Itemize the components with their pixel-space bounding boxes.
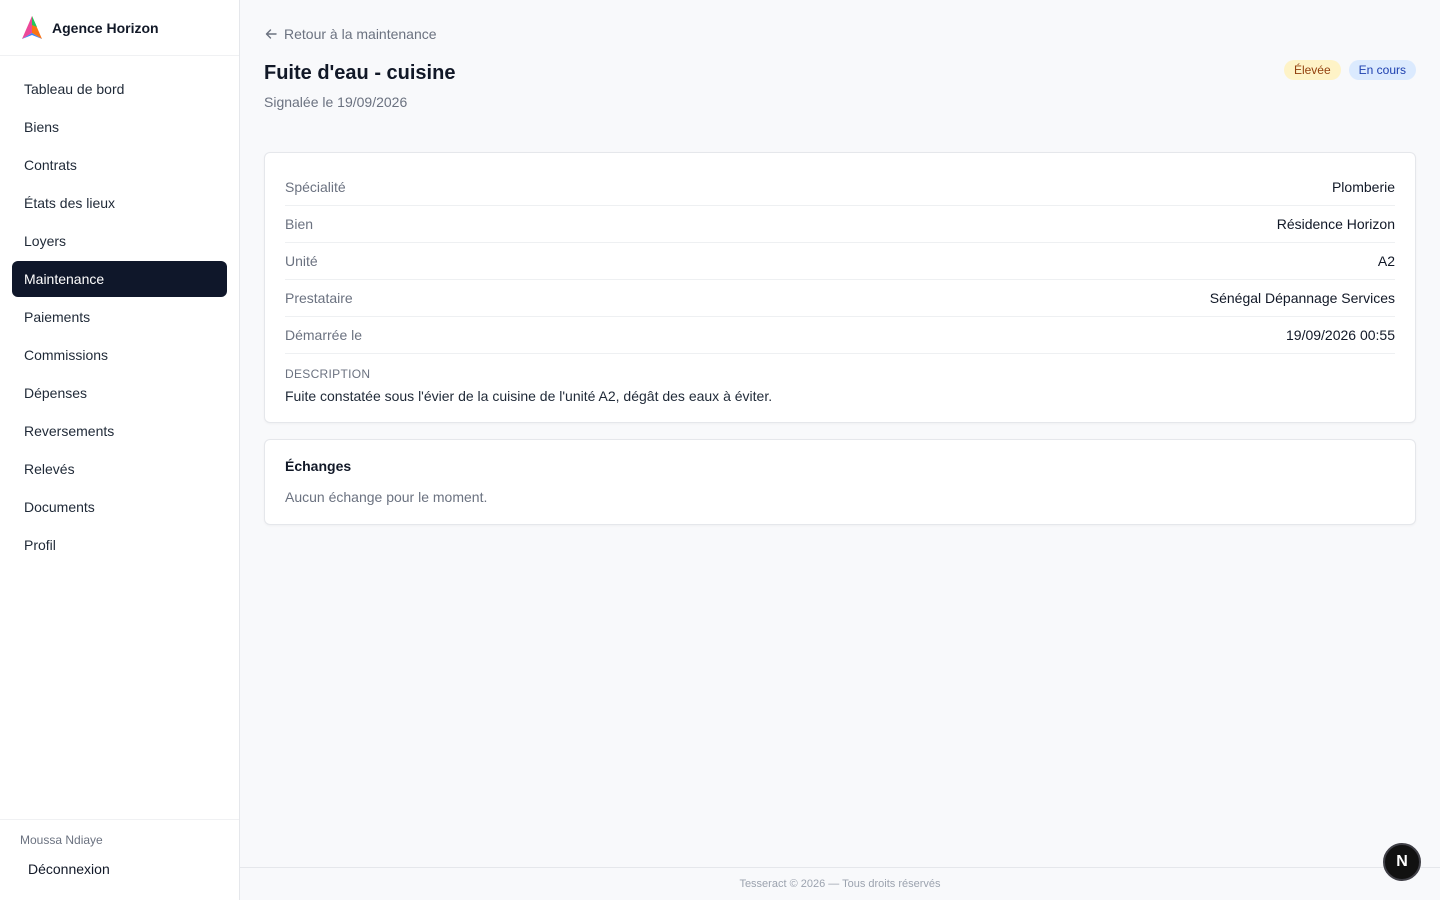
back-link[interactable]: Retour à la maintenance xyxy=(264,25,437,43)
logout-button[interactable]: Déconnexion xyxy=(28,861,239,877)
exchanges-empty-state: Aucun échange pour le moment. xyxy=(285,489,488,505)
description-text: Fuite constatée sous l'évier de la cuisi… xyxy=(285,388,773,404)
brand-name: Agence Horizon xyxy=(52,19,159,36)
sidebar-item-depenses[interactable]: Dépenses xyxy=(12,375,227,411)
detail-row-unite: Unité A2 xyxy=(285,243,1395,280)
badges: Élevée En cours xyxy=(1283,60,1416,80)
exchanges-card: Échanges Aucun échange pour le moment. xyxy=(264,439,1416,525)
back-link-label: Retour à la maintenance xyxy=(284,26,437,42)
detail-label: Spécialité xyxy=(285,179,346,195)
sidebar-item-releves[interactable]: Relevés xyxy=(12,451,227,487)
status-badge: En cours xyxy=(1348,60,1416,80)
n-badge-button[interactable]: N xyxy=(1383,843,1421,881)
sidebar-nav: Tableau de bord Biens Contrats États des… xyxy=(0,56,239,563)
sidebar-item-tableau-de-bord[interactable]: Tableau de bord xyxy=(12,71,227,107)
sidebar-item-profil[interactable]: Profil xyxy=(12,527,227,563)
page-subtitle: Signalée le 19/09/2026 xyxy=(264,94,408,110)
detail-row-specialite: Spécialité Plomberie xyxy=(285,169,1395,206)
sidebar-item-paiements[interactable]: Paiements xyxy=(12,299,227,335)
description-label: DESCRIPTION xyxy=(285,367,371,381)
detail-value: 19/09/2026 00:55 xyxy=(1286,327,1395,343)
sidebar-item-maintenance[interactable]: Maintenance xyxy=(12,261,227,297)
sidebar-item-commissions[interactable]: Commissions xyxy=(12,337,227,373)
detail-row-bien: Bien Résidence Horizon xyxy=(285,206,1395,243)
detail-value: Sénégal Dépannage Services xyxy=(1209,290,1395,306)
detail-value: Résidence Horizon xyxy=(1276,216,1395,232)
detail-value: A2 xyxy=(1377,253,1395,269)
page-title: Fuite d'eau - cuisine xyxy=(264,62,456,84)
exchanges-title: Échanges xyxy=(285,458,352,474)
sidebar-item-loyers[interactable]: Loyers xyxy=(12,223,227,259)
n-logo-icon: N xyxy=(1396,853,1408,870)
detail-label: Démarrée le xyxy=(285,327,363,343)
sidebar-item-reversements[interactable]: Reversements xyxy=(12,413,227,449)
sidebar-footer: Moussa Ndiaye Déconnexion xyxy=(0,819,239,900)
user-name: Moussa Ndiaye xyxy=(20,833,103,847)
triangle-logo-icon xyxy=(20,15,44,41)
detail-row-prestataire: Prestataire Sénégal Dépannage Services xyxy=(285,280,1395,317)
arrow-left-icon xyxy=(265,29,277,39)
sidebar-item-etats-des-lieux[interactable]: États des lieux xyxy=(12,185,227,221)
brand[interactable]: Agence Horizon xyxy=(0,0,239,56)
sidebar-item-documents[interactable]: Documents xyxy=(12,489,227,525)
detail-label: Bien xyxy=(285,216,314,232)
sidebar: Agence Horizon Tableau de bord Biens Con… xyxy=(0,0,240,900)
details-card: Spécialité Plomberie Bien Résidence Hori… xyxy=(264,152,1416,423)
main-content: Retour à la maintenance Fuite d'eau - cu… xyxy=(240,0,1440,900)
detail-label: Unité xyxy=(285,253,318,269)
detail-row-demarree-le: Démarrée le 19/09/2026 00:55 xyxy=(285,317,1395,354)
detail-label: Prestataire xyxy=(285,290,353,306)
detail-value: Plomberie xyxy=(1331,179,1395,195)
sidebar-item-contrats[interactable]: Contrats xyxy=(12,147,227,183)
priority-badge: Élevée xyxy=(1283,60,1341,80)
sidebar-item-biens[interactable]: Biens xyxy=(12,109,227,145)
footer-text: Tesseract © 2026 — Tous droits réservés xyxy=(739,878,941,890)
page-footer: Tesseract © 2026 — Tous droits réservés xyxy=(240,867,1440,900)
